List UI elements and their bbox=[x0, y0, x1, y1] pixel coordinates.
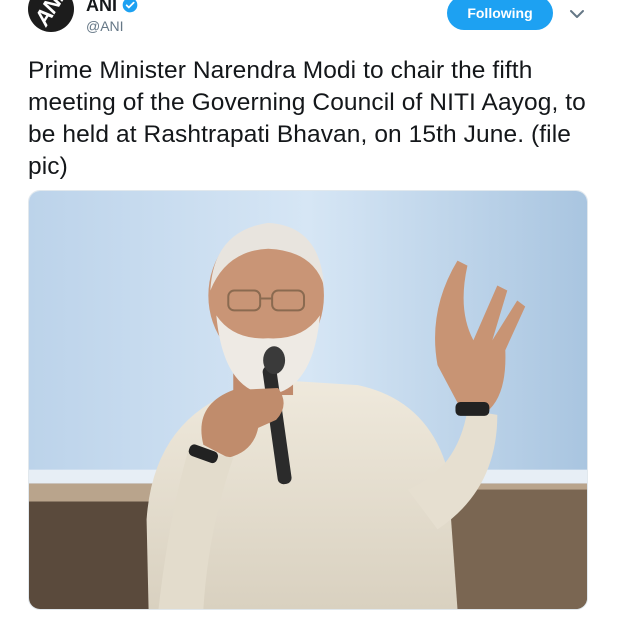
ani-logo: ANI bbox=[29, 0, 69, 31]
tweet-text: Prime Minister Narendra Modi to chair th… bbox=[28, 57, 586, 180]
photo-illustration bbox=[29, 191, 587, 609]
author-name-row[interactable]: ANI bbox=[86, 0, 138, 15]
tweet-photo[interactable] bbox=[28, 190, 588, 610]
author-display-name[interactable]: ANI bbox=[86, 0, 117, 15]
verified-badge-icon bbox=[122, 0, 138, 13]
chevron-down-icon[interactable] bbox=[568, 5, 586, 23]
author-handle[interactable]: @ANI bbox=[86, 18, 124, 34]
following-button[interactable]: Following bbox=[447, 0, 553, 30]
author-avatar[interactable]: ANI bbox=[28, 0, 74, 32]
